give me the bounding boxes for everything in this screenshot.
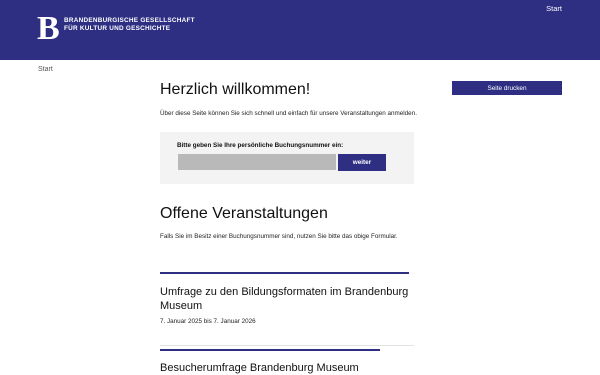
continue-button[interactable]: weiter — [338, 154, 386, 171]
organization-name[interactable]: BRANDENBURGISCHE GESELLSCHAFT FÜR KULTUR… — [64, 17, 195, 32]
main-content: Herzlich willkommen! Über diese Seite kö… — [160, 80, 420, 184]
event-separator — [160, 345, 414, 346]
event-title[interactable]: Besucherumfrage Brandenburg Museum — [160, 361, 410, 375]
print-page-button[interactable]: Seite drucken — [452, 81, 562, 95]
welcome-intro: Über diese Seite können Sie sich schnell… — [160, 110, 417, 117]
event-date: 7. Januar 2025 bis 7. Januar 2026 — [160, 318, 256, 325]
event-title[interactable]: Umfrage zu den Bildungsformaten im Brand… — [160, 285, 410, 313]
logo-icon[interactable]: B — [37, 12, 60, 46]
event-divider — [160, 349, 380, 351]
booking-number-input[interactable] — [178, 154, 336, 170]
page-title: Herzlich willkommen! — [160, 81, 311, 98]
booking-form: Bitte geben Sie Ihre persönliche Buchung… — [160, 132, 414, 184]
breadcrumb: Start — [38, 66, 53, 73]
organization-name-line-1: BRANDENBURGISCHE GESELLSCHAFT — [64, 17, 195, 24]
booking-number-label: Bitte geben Sie Ihre persönliche Buchung… — [177, 142, 344, 149]
nav-start-link[interactable]: Start — [546, 4, 562, 13]
event-divider — [160, 272, 409, 274]
events-section-title: Offene Veranstaltungen — [160, 205, 328, 222]
organization-name-line-2: FÜR KULTUR UND GESCHICHTE — [64, 24, 171, 32]
events-intro: Falls Sie im Besitz einer Buchungsnummer… — [160, 233, 398, 240]
breadcrumb-start[interactable]: Start — [38, 66, 53, 73]
site-header: B BRANDENBURGISCHE GESELLSCHAFT FÜR KULT… — [0, 0, 600, 60]
